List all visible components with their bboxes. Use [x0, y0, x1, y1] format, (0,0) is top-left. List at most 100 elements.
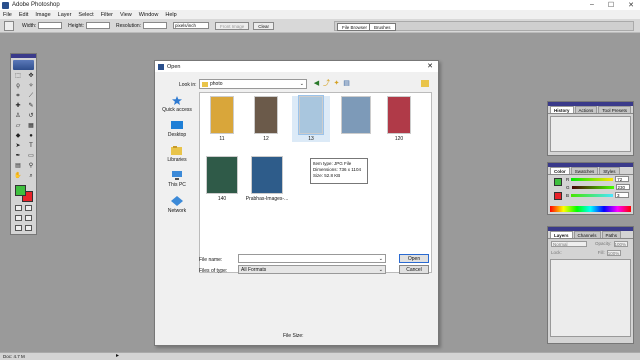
- cancel-button[interactable]: Cancel: [399, 265, 429, 274]
- menu-view[interactable]: View: [120, 12, 132, 18]
- crop-tool-preset-icon[interactable]: [4, 20, 14, 31]
- standard-screen-mode-icon[interactable]: [15, 215, 22, 221]
- crop-tool-icon[interactable]: ⌗: [13, 92, 23, 100]
- file-thumbnail[interactable]: [337, 96, 375, 136]
- type-tool-icon[interactable]: T: [26, 142, 36, 150]
- color-ramp[interactable]: [550, 206, 631, 212]
- move-tool-icon[interactable]: ✥: [26, 72, 36, 80]
- gradient-tool-icon[interactable]: ▦: [26, 122, 36, 130]
- red-value[interactable]: 72: [615, 176, 630, 182]
- fill-input[interactable]: 100%: [606, 249, 621, 256]
- full-screen-mode-icon[interactable]: [15, 225, 22, 231]
- width-input[interactable]: [38, 22, 63, 29]
- full-screen-menu-mode-icon[interactable]: [25, 215, 32, 221]
- lasso-tool-icon[interactable]: ϙ: [13, 82, 23, 90]
- front-image-button[interactable]: Front Image: [215, 21, 250, 30]
- new-folder-icon[interactable]: [421, 80, 429, 87]
- dialog-title-bar: Open ✕: [155, 61, 438, 72]
- place-quick-access[interactable]: Quick access: [159, 96, 195, 113]
- menu-select[interactable]: Select: [78, 12, 93, 18]
- path-selection-tool-icon[interactable]: ➤: [13, 142, 23, 150]
- minimize-icon[interactable]: –: [590, 1, 594, 9]
- hand-tool-icon[interactable]: ✋: [13, 172, 23, 180]
- height-input[interactable]: [86, 22, 111, 29]
- notes-tool-icon[interactable]: ▤: [13, 162, 23, 170]
- tab-swatches[interactable]: Swatches: [570, 167, 599, 174]
- marquee-tool-icon[interactable]: ⬚: [13, 72, 23, 80]
- toolbox-header[interactable]: [11, 54, 36, 58]
- photoshop-feather-icon[interactable]: [13, 60, 34, 70]
- menu-edit[interactable]: Edit: [19, 12, 28, 18]
- tab-styles[interactable]: Styles: [599, 167, 620, 174]
- resolution-unit-select[interactable]: pixels/inch: [173, 22, 210, 29]
- tab-paths[interactable]: Paths: [601, 231, 622, 238]
- history-brush-tool-icon[interactable]: ↺: [26, 112, 36, 120]
- eraser-tool-icon[interactable]: ▱: [13, 122, 23, 130]
- shape-tool-icon[interactable]: ▭: [26, 152, 36, 160]
- files-of-type-select[interactable]: All Formats ⌄: [238, 265, 386, 274]
- layers-list[interactable]: [550, 259, 631, 337]
- palette-well-tab-brushes[interactable]: Brushes: [369, 23, 396, 31]
- view-menu-icon[interactable]: ▤: [343, 80, 350, 87]
- file-thumbnail[interactable]: Prabhas-Images-...: [244, 156, 290, 202]
- quick-mask-mode-icon[interactable]: [25, 205, 32, 211]
- menu-help[interactable]: Help: [165, 12, 176, 18]
- up-folder-icon[interactable]: ⤴: [323, 80, 330, 87]
- blue-value[interactable]: 3: [615, 192, 630, 198]
- tab-actions[interactable]: Actions: [574, 106, 598, 113]
- maximize-icon[interactable]: ☐: [608, 1, 614, 9]
- status-menu-arrow-icon[interactable]: ▸: [116, 353, 119, 360]
- file-thumbnail[interactable]: 120: [380, 96, 418, 142]
- red-slider[interactable]: [571, 177, 614, 181]
- slice-tool-icon[interactable]: ⟋: [26, 92, 36, 100]
- palette-well-tab-file-browser[interactable]: File Browser: [337, 23, 373, 31]
- file-thumbnail[interactable]: 12: [247, 96, 285, 142]
- magic-wand-tool-icon[interactable]: ✧: [26, 82, 36, 90]
- healing-brush-tool-icon[interactable]: ✚: [13, 102, 23, 110]
- blur-tool-icon[interactable]: ◆: [13, 132, 23, 140]
- dodge-tool-icon[interactable]: ●: [26, 132, 36, 140]
- tab-channels[interactable]: Channels: [573, 231, 601, 238]
- tab-history[interactable]: History: [550, 106, 574, 113]
- opacity-input[interactable]: 100%: [613, 240, 628, 247]
- green-value[interactable]: 230: [615, 184, 630, 190]
- back-icon[interactable]: ◀: [313, 80, 320, 87]
- look-in-select[interactable]: photo ⌄: [199, 79, 307, 89]
- close-icon[interactable]: ✕: [628, 1, 634, 9]
- history-list[interactable]: [550, 116, 631, 152]
- open-button[interactable]: Open: [399, 254, 429, 263]
- dialog-close-icon[interactable]: ✕: [427, 62, 433, 70]
- resolution-input[interactable]: [143, 22, 168, 29]
- photoshop-dialog-icon: [158, 63, 164, 70]
- menu-filter[interactable]: Filter: [101, 12, 113, 18]
- jump-to-imageready-icon[interactable]: [25, 225, 32, 231]
- pen-tool-icon[interactable]: ✒: [13, 152, 23, 160]
- place-libraries[interactable]: Libraries: [159, 146, 195, 163]
- tab-layers[interactable]: Layers: [550, 231, 573, 238]
- file-thumbnail[interactable]: 11: [203, 96, 241, 142]
- tab-color[interactable]: Color: [550, 167, 570, 174]
- file-name-input[interactable]: ⌄: [238, 254, 386, 263]
- menu-file[interactable]: File: [3, 12, 12, 18]
- color-row-r: R 72: [548, 175, 633, 183]
- clone-stamp-tool-icon[interactable]: ♙: [13, 112, 23, 120]
- green-slider[interactable]: [571, 185, 614, 189]
- menu-layer[interactable]: Layer: [58, 12, 72, 18]
- brush-tool-icon[interactable]: ✎: [26, 102, 36, 110]
- tab-tool-presets[interactable]: Tool Presets: [598, 106, 632, 113]
- zoom-tool-icon[interactable]: ⌕: [26, 172, 36, 180]
- eyedropper-tool-icon[interactable]: ⚲: [26, 162, 36, 170]
- menu-window[interactable]: Window: [139, 12, 159, 18]
- foreground-color-swatch[interactable]: [15, 185, 26, 196]
- place-this-pc[interactable]: This PC: [159, 171, 195, 188]
- file-thumbnail-selected[interactable]: 13: [292, 95, 330, 142]
- blue-slider[interactable]: [571, 193, 614, 197]
- menu-image[interactable]: Image: [35, 12, 50, 18]
- create-folder-icon[interactable]: ✦: [333, 80, 340, 87]
- standard-mode-icon[interactable]: [15, 205, 22, 211]
- place-network[interactable]: Network: [159, 196, 195, 214]
- place-desktop[interactable]: Desktop: [159, 121, 195, 138]
- blend-mode-select[interactable]: Normal: [551, 240, 587, 247]
- clear-button[interactable]: Clear: [253, 21, 275, 30]
- file-thumbnail[interactable]: 140: [203, 156, 241, 202]
